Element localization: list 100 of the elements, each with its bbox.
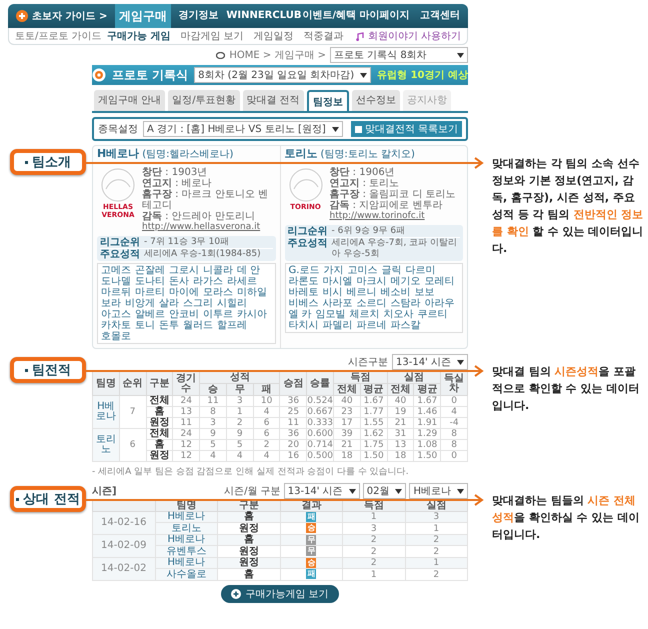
player-name[interactable]: 고미스 [347, 265, 378, 276]
sub-nav-item[interactable]: 구매가능 게임 [107, 29, 170, 43]
player-name[interactable]: 글릭 [381, 265, 402, 276]
player-name[interactable]: 라론도 [288, 276, 318, 287]
table-cell: 7 [119, 396, 146, 428]
nav-item[interactable]: 이벤트/혜택 [301, 4, 357, 28]
player-name[interactable]: 마르뒤 [101, 287, 131, 298]
table-cell: 2 [342, 557, 405, 569]
sub-nav-item[interactable]: 게임일정 [254, 29, 294, 43]
player-name[interactable]: 이투르 [203, 309, 233, 320]
player-name[interactable]: 베르니 [346, 287, 376, 298]
sub-nav-item[interactable]: 적중결과 [304, 29, 344, 43]
table-cell: 홈 [146, 406, 173, 418]
list-button[interactable]: 맞대결전적 목록보기 [350, 121, 462, 137]
player-name[interactable]: 가지 [323, 265, 344, 276]
player-name[interactable]: 파스칼 [390, 320, 420, 331]
sub-nav-item[interactable]: 마감게임 보기 [180, 29, 244, 43]
player-name[interactable]: 아고스 [101, 309, 131, 320]
player-name[interactable]: 파르네 [356, 320, 386, 331]
player-name[interactable]: 비시 [322, 287, 342, 298]
filter-select[interactable]: 13-14' 시즌 [284, 483, 360, 499]
match-select[interactable]: A 경기 : [홈] H베로나 VS 토리노 [원정] [143, 121, 343, 137]
player-name[interactable]: 살라 [159, 298, 179, 309]
player-name[interactable]: 모라스 [203, 287, 233, 298]
player-name[interactable]: 보보 [414, 287, 434, 298]
table-cell: 12 [172, 440, 200, 450]
nav-item[interactable]: 게임구매 [115, 4, 171, 28]
game-select[interactable]: 프로토 기록식 8회차 [330, 47, 468, 63]
player-name[interactable]: 체르치 [350, 309, 380, 320]
player-name[interactable]: 도나델 [101, 276, 131, 287]
player-name[interactable]: 시힐리 [217, 298, 247, 309]
player-name[interactable]: 니콜라 [203, 265, 233, 276]
guide-link[interactable]: 토토/프로토 가이드 [15, 29, 103, 43]
player-name[interactable]: G.로드 [288, 265, 320, 276]
player-name[interactable]: 다르미 [405, 265, 436, 276]
player-name[interactable]: 데 안 [237, 265, 260, 276]
table-cell: 40 [387, 396, 414, 406]
available-games-button[interactable]: 구매가능게임 보기 [221, 584, 339, 603]
player-name[interactable]: 타치시 [288, 320, 318, 331]
player-name[interactable]: 아라우 [424, 298, 454, 309]
banner-note: 유럽형 10경기 예상 [377, 69, 468, 82]
nav-item[interactable]: 마이페이지 [356, 4, 412, 28]
filter-select[interactable]: 02월 [362, 483, 406, 499]
nav-item[interactable]: WINNERCLUB [226, 4, 302, 28]
player-name[interactable]: 안코비 [169, 309, 199, 320]
player-name[interactable]: 파델리 [322, 320, 352, 331]
player-name[interactable]: 임모빌 [316, 309, 346, 320]
player-name[interactable]: 치오사 [384, 309, 414, 320]
tab[interactable]: 일정/투표현황 [168, 90, 240, 111]
season-select[interactable]: 13-14' 시즌 [392, 354, 468, 370]
player-name[interactable]: 모레티 [424, 276, 454, 287]
player-name[interactable]: 보라 [101, 298, 121, 309]
table-cell: 1.08 [414, 440, 441, 450]
player-name[interactable]: 사라포 [322, 298, 352, 309]
player-name[interactable]: 고메즈 [101, 265, 131, 276]
website-link[interactable]: http://www.hellasverona.it [142, 222, 276, 233]
tab[interactable]: 팀정보 [306, 90, 349, 111]
player-name[interactable]: 월러드 [183, 320, 213, 331]
tab[interactable]: 게임구매 안내 [94, 90, 166, 111]
player-name[interactable]: 스탐라 [390, 298, 420, 309]
player-name[interactable]: 마르티 [135, 287, 165, 298]
player-name[interactable]: 바레토 [288, 287, 318, 298]
season-label: 시즌구분 [348, 356, 388, 369]
player-name[interactable]: 메기오 [390, 276, 420, 287]
player-name[interactable]: 엘 카 [288, 309, 312, 320]
player-name[interactable]: 호몰로 [101, 331, 131, 342]
player-name[interactable]: 마크시 [356, 276, 386, 287]
player-name[interactable]: 쿠르티 [418, 309, 448, 320]
player-name[interactable]: 마이에 [169, 287, 199, 298]
player-name[interactable]: 비앙게 [125, 298, 155, 309]
filter-select[interactable]: H베로나 [409, 483, 468, 499]
player-name[interactable]: 베소비 [380, 287, 410, 298]
table-cell: 16 [280, 450, 307, 462]
player-name[interactable]: 돈투 [159, 320, 179, 331]
player-name[interactable]: 소르디 [356, 298, 386, 309]
player-name[interactable]: 비베스 [288, 298, 318, 309]
player-name[interactable]: 곤잘레 [135, 265, 165, 276]
player-name[interactable]: 카차토 [101, 320, 131, 331]
player-name[interactable]: 카시아 [237, 309, 267, 320]
tab[interactable]: 맞대결 전적 [242, 90, 304, 111]
player-name[interactable]: 그로시 [169, 265, 199, 276]
player-name[interactable]: 토니 [135, 320, 155, 331]
member-story-link[interactable]: 회원이야기 사용하기 [368, 29, 461, 43]
beginner-guide-link[interactable]: 초보자 가이드 > [8, 9, 116, 23]
player-name[interactable]: 도나티 [135, 276, 165, 287]
date-cell: 14-02-09 [92, 534, 155, 558]
player-name[interactable]: 미하일 [237, 287, 267, 298]
nav-item[interactable]: 경기정보 [170, 4, 226, 28]
tab[interactable]: 선수정보 [352, 90, 400, 111]
player-name[interactable]: 할프레 [217, 320, 247, 331]
player-name[interactable]: 스그리 [183, 298, 213, 309]
player-name[interactable]: 라세르 [227, 276, 257, 287]
player-name[interactable]: 알베르 [135, 309, 165, 320]
league-label: 리그순위 [100, 237, 140, 248]
website-link[interactable]: http://www.torinofc.it [330, 211, 456, 222]
nav-item[interactable]: 고객센터 [412, 4, 468, 28]
player-name[interactable]: 마시엘 [322, 276, 352, 287]
player-name[interactable]: 돈사 [169, 276, 189, 287]
round-select[interactable]: 8회차 (2월 23일 일요일 회차마감) [194, 67, 372, 83]
player-name[interactable]: 라가스 [193, 276, 223, 287]
